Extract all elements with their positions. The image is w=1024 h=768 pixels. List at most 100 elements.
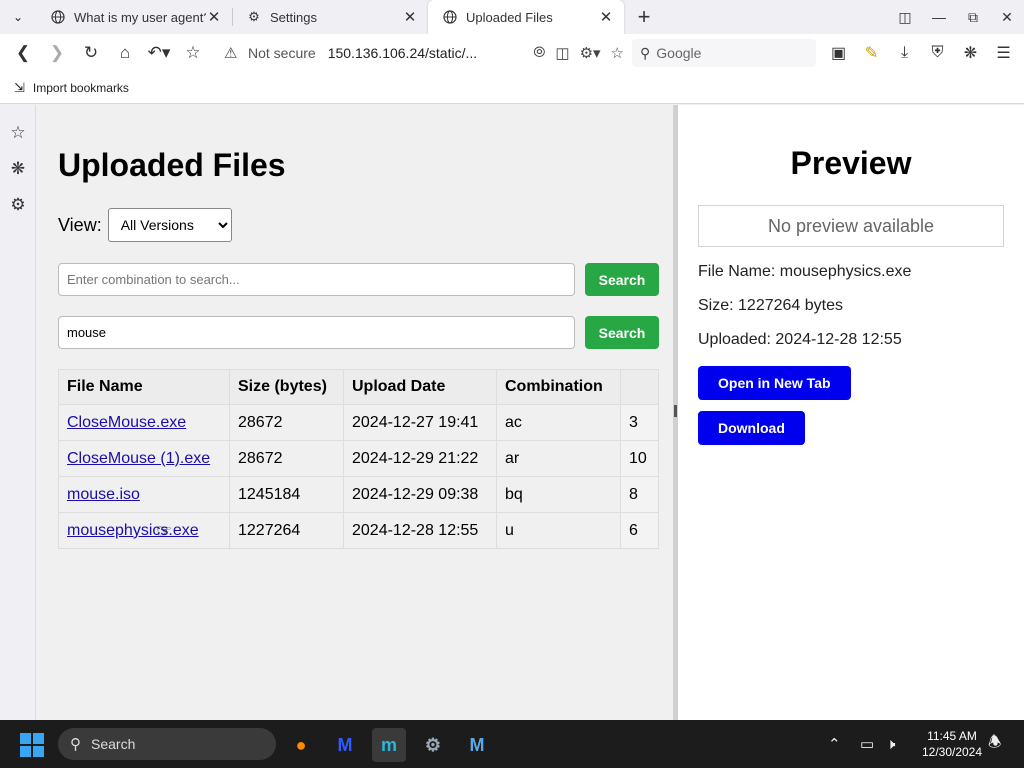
reader-view-icon[interactable]: ◫ (555, 44, 569, 62)
clock-time: 11:45 AM (927, 729, 977, 743)
network-app-icon[interactable]: M (460, 728, 494, 762)
date-cell: 2024-12-28 12:55 (343, 512, 497, 549)
notes-icon[interactable]: ✎ (855, 39, 888, 67)
start-button[interactable] (20, 733, 44, 757)
plus-icon: + (637, 4, 651, 29)
taskbar: ⚲ Search ● M m ⚙ M ⌃ ▭ 🕨 11:45 AM 12/30/… (0, 720, 1024, 768)
tab-user-agent[interactable]: What is my user agent? ✕ (36, 0, 232, 34)
table-header-row: File Name Size (bytes) Upload Date Combi… (58, 369, 659, 405)
column-header-blank (620, 369, 659, 405)
taskbar-search[interactable]: ⚲ Search (58, 728, 276, 760)
display-icon[interactable]: ▭ (860, 720, 874, 768)
hand-cursor-icon: ☞ (156, 521, 173, 541)
view-select[interactable]: All Versions (107, 208, 232, 242)
table-row[interactable]: mousephysics.exe 1227264 2024-12-28 12:5… (58, 512, 659, 549)
combination-cell: ac (496, 404, 621, 441)
import-bookmarks-link[interactable]: Import bookmarks (33, 81, 129, 95)
close-icon[interactable]: ✕ (206, 8, 222, 26)
search-icon: ⚲ (70, 736, 81, 753)
column-header-file-name[interactable]: File Name (58, 369, 230, 405)
preview-size: Size: 1227264 bytes (698, 297, 843, 314)
malwarebytes-icon[interactable]: M (328, 728, 362, 762)
close-window-icon[interactable]: ✕ (990, 9, 1024, 26)
screenshot-icon[interactable]: ▣ (822, 39, 855, 67)
combination-search-button[interactable]: Search (585, 263, 659, 296)
window-controls: ◫ — ⧉ ✕ (888, 0, 1024, 34)
close-icon[interactable]: ✕ (598, 8, 614, 26)
home-button[interactable]: ⌂ (108, 38, 142, 68)
restore-icon[interactable]: ⧉ (956, 9, 990, 26)
bookmarks-sidebar-icon[interactable]: ☆ (0, 115, 36, 151)
tab-list-dropdown-button[interactable]: ⌄ (0, 0, 36, 34)
file-name-cell: mouse.iso (58, 476, 230, 513)
undo-button[interactable]: ↶▾ (142, 38, 176, 68)
bookmark-star-button[interactable]: ☆ (176, 38, 210, 68)
size-cell: 1245184 (229, 476, 344, 513)
extensions-sidebar-icon[interactable]: ❋ (0, 151, 36, 187)
tray-overflow-icon[interactable]: ⌃ (828, 720, 841, 768)
system-clock[interactable]: 11:45 AM 12/30/2024 (912, 728, 992, 760)
column-header-upload-date[interactable]: Upload Date (343, 369, 497, 405)
tab-settings[interactable]: ⚙ Settings ✕ (232, 0, 428, 34)
search-placeholder: Google (656, 45, 702, 61)
notification-bell-icon[interactable]: 🕭 (988, 720, 1001, 768)
reload-button[interactable]: ↻ (74, 38, 108, 68)
clock-date: 12/30/2024 (921, 745, 983, 759)
search-box[interactable]: ⚲ Google (632, 39, 816, 67)
combination-search-input[interactable] (58, 263, 575, 296)
settings-sidebar-icon[interactable]: ⚙ (0, 187, 36, 223)
combination-cell: ar (496, 440, 621, 477)
column-header-combination[interactable]: Combination (496, 369, 621, 405)
address-bar-icons: ⦾ ◫ ⚙▾ ☆ (533, 44, 624, 62)
sidebar-toggle-icon[interactable]: ◫ (888, 9, 922, 26)
download-button[interactable]: Download (698, 411, 805, 445)
filename-search-input[interactable] (58, 316, 575, 349)
menu-icon[interactable]: ☰ (987, 39, 1020, 67)
puzzle-icon[interactable]: ❋ (954, 39, 987, 67)
star-icon: ☆ (185, 43, 201, 62)
column-header-size[interactable]: Size (bytes) (229, 369, 344, 405)
taskbar-search-label: Search (91, 736, 136, 752)
windows-logo-tile (20, 733, 31, 744)
files-table: File Name Size (bytes) Upload Date Combi… (58, 369, 659, 549)
import-icon: ⇲ (14, 79, 25, 95)
firefox-icon[interactable]: ● (284, 728, 318, 762)
undo-icon: ↶▾ (147, 43, 171, 62)
volume-muted-icon[interactable]: 🕨 (886, 720, 895, 768)
view-label: View: (58, 214, 102, 235)
arrow-right-icon: ❯ (49, 43, 65, 62)
filename-search-row: Search (58, 316, 659, 349)
file-link[interactable]: mousephysics.exe (67, 522, 199, 539)
settings-app-icon[interactable]: ⚙ (416, 728, 450, 762)
extra-cell: 8 (620, 476, 659, 513)
toolbar-tools: ▣ ✎ ⤓ ⛨ ❋ ☰ (822, 39, 1020, 67)
date-cell: 2024-12-29 09:38 (343, 476, 497, 513)
browser-app-icon[interactable]: m (372, 728, 406, 762)
close-icon[interactable]: ✕ (402, 8, 418, 26)
add-favorite-icon[interactable]: ☆ (611, 44, 624, 62)
table-row[interactable]: CloseMouse (1).exe 28672 2024-12-29 21:2… (58, 440, 659, 477)
file-link[interactable]: CloseMouse.exe (67, 414, 186, 431)
file-link[interactable]: mouse.iso (67, 486, 140, 503)
forward-button[interactable]: ❯ (40, 38, 74, 68)
filename-search-button[interactable]: Search (585, 316, 659, 349)
back-button[interactable]: ❮ (6, 38, 40, 68)
browser-sidebar: ☆ ❋ ⚙ (0, 105, 36, 720)
table-row[interactable]: mouse.iso 1245184 2024-12-29 09:38 bq 8 (58, 476, 659, 513)
new-tab-button[interactable]: + (624, 0, 664, 34)
file-link[interactable]: CloseMouse (1).exe (67, 450, 210, 467)
read-aloud-icon[interactable]: ⦾ (533, 44, 545, 62)
shield-icon[interactable]: ⛨ (921, 39, 954, 67)
windows-logo-tile (20, 746, 31, 757)
url-text[interactable]: 150.136.106.24/static/... (328, 45, 477, 61)
table-row[interactable]: CloseMouse.exe 28672 2024-12-27 19:41 ac… (58, 404, 659, 441)
download-icon[interactable]: ⤓ (888, 39, 921, 67)
security-status: Not secure (248, 45, 316, 61)
preview-file-name: File Name: mousephysics.exe (698, 263, 912, 280)
extensions-menu-icon[interactable]: ⚙▾ (580, 44, 601, 62)
open-in-new-tab-button[interactable]: Open in New Tab (698, 366, 851, 400)
minimize-icon[interactable]: — (922, 9, 956, 25)
preview-title: Preview (790, 145, 912, 181)
address-bar[interactable]: ⚠ Not secure 150.136.106.24/static/... ⦾… (224, 39, 624, 67)
tab-uploaded-files[interactable]: Uploaded Files ✕ (428, 0, 624, 34)
